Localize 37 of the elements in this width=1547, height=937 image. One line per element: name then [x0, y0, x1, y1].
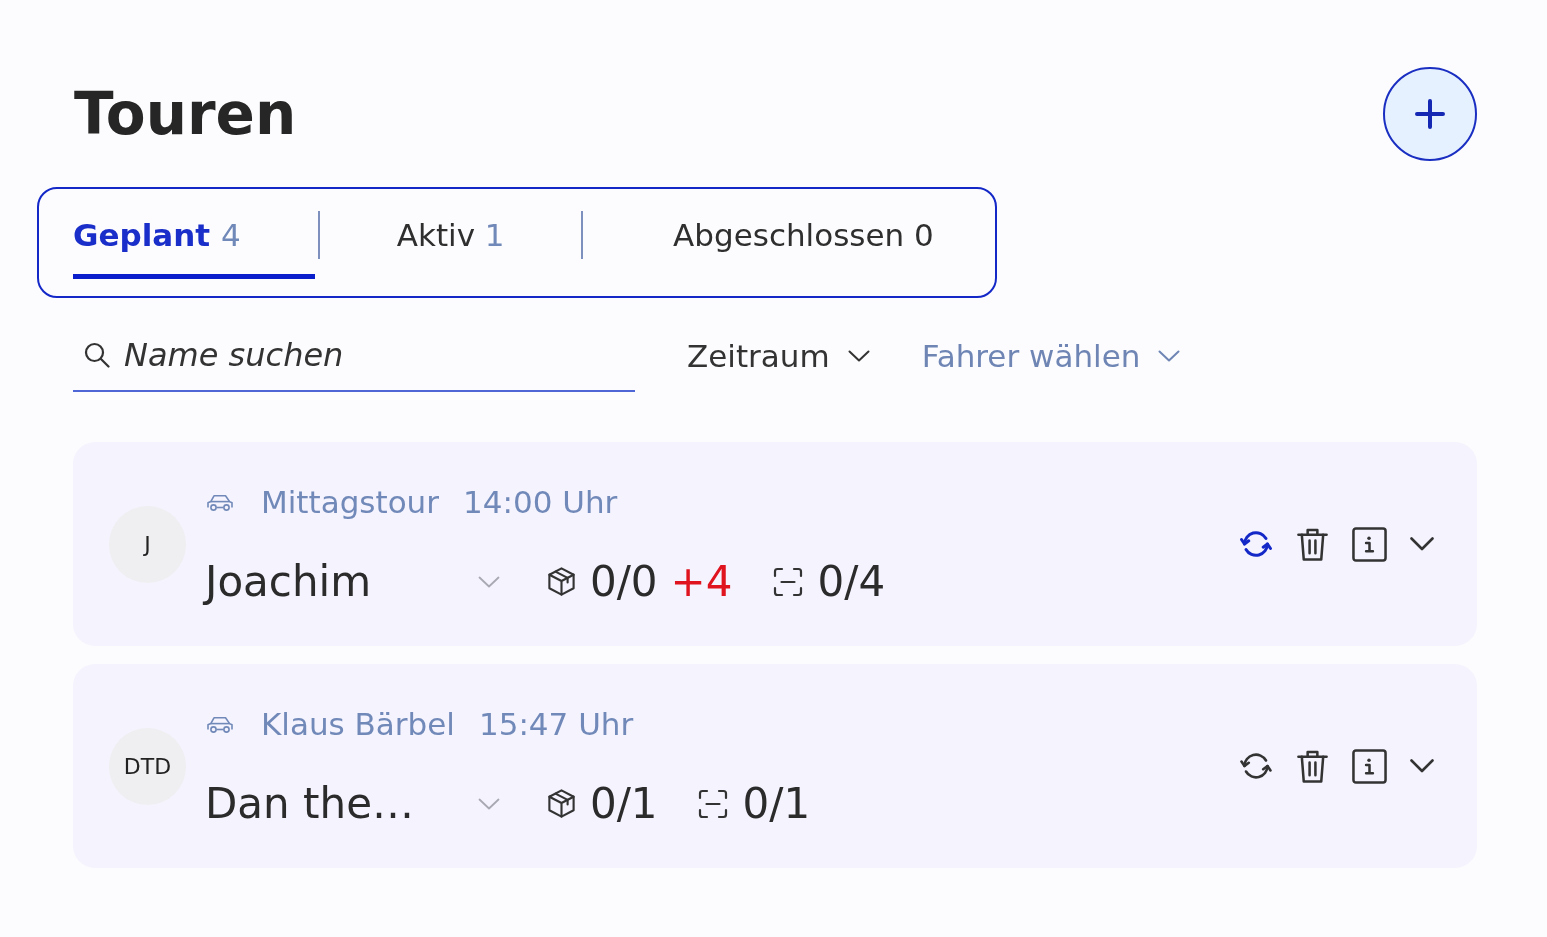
avatar: DTD — [109, 727, 186, 805]
chevron-down-icon[interactable] — [1410, 759, 1434, 773]
tour-time: 15:47 Uhr — [478, 705, 634, 742]
scan-icon — [772, 566, 803, 597]
chevron-down-icon — [478, 575, 500, 588]
driver-select[interactable]: Dan the… — [205, 778, 500, 829]
tab[interactable]: Aktiv 1 — [323, 211, 578, 279]
avatar: J — [109, 505, 186, 583]
chevron-down-icon[interactable] — [1410, 537, 1434, 551]
tour-time: 14:00 Uhr — [463, 483, 618, 520]
plus-icon — [1415, 99, 1445, 129]
package-count: 0/0 — [590, 556, 658, 607]
package-count: 0/1 — [590, 778, 658, 829]
tour-name: Klaus Bärbel — [261, 705, 455, 742]
search-icon — [84, 342, 110, 368]
trash-icon[interactable] — [1296, 526, 1329, 562]
tab[interactable]: Geplant 4 — [73, 211, 316, 279]
chevron-down-icon — [847, 350, 870, 362]
info-icon[interactable] — [1352, 748, 1387, 784]
package-icon — [546, 788, 577, 819]
info-icon[interactable] — [1352, 526, 1387, 562]
scan-count: 0/1 — [742, 778, 811, 829]
tab[interactable]: Abgeschlossen 0 — [585, 211, 995, 279]
chevron-down-icon — [1158, 350, 1181, 362]
scan-icon — [697, 788, 728, 819]
dropdown-button[interactable]: Zeitraum — [687, 334, 870, 378]
tour-name: Mittagstour — [261, 483, 439, 520]
car-icon — [206, 492, 234, 511]
dropdown-button[interactable]: Fahrer wählen — [921, 334, 1181, 378]
car-icon — [206, 714, 234, 733]
page-title: Touren — [74, 79, 297, 149]
scan-count: 0/4 — [817, 556, 886, 607]
package-extra-count: +4 — [670, 556, 733, 607]
trash-icon[interactable] — [1296, 748, 1329, 784]
package-icon — [546, 566, 577, 597]
search-field[interactable]: Name suchen — [73, 320, 635, 392]
chevron-down-icon — [478, 797, 500, 810]
